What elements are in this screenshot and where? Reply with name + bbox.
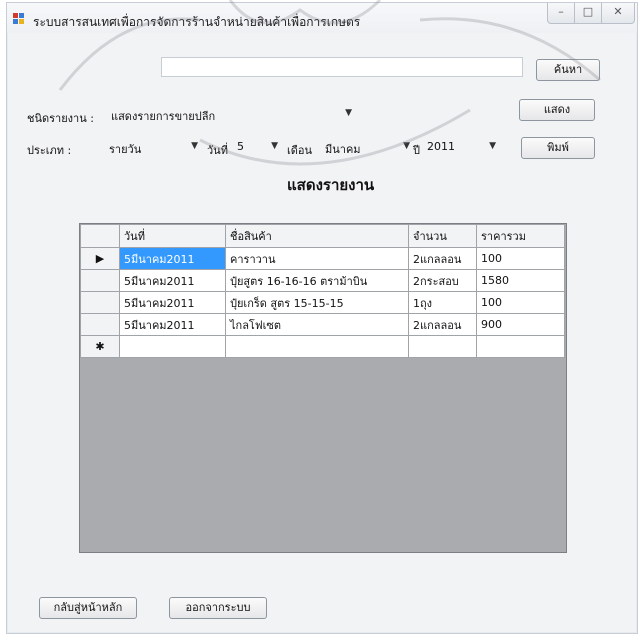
- day-select[interactable]: 5 ▼: [233, 137, 281, 157]
- table-cell[interactable]: ปุ๋ยสูตร 16-16-16 ตราม้าบิน: [225, 269, 409, 292]
- year-value: 2011: [427, 140, 455, 153]
- current-row-indicator-icon: ▶: [80, 247, 120, 270]
- table-row[interactable]: 5มีนาคม2011 ไกลโฟเซต 2แกลลอน 900: [80, 313, 565, 336]
- report-grid[interactable]: วันที่ ชื่อสินค้า จำนวน ราคารวม ▶ 5มีนาค…: [79, 223, 567, 553]
- table-cell[interactable]: คาราวาน: [225, 247, 409, 270]
- chevron-down-icon: ▼: [345, 108, 352, 118]
- year-label: ปี: [413, 144, 420, 157]
- table-cell[interactable]: 5มีนาคม2011: [119, 313, 226, 336]
- maximize-button[interactable]: □: [574, 3, 602, 24]
- table-cell[interactable]: 2กระสอบ: [408, 269, 477, 292]
- month-label: เดือน: [287, 144, 313, 157]
- exit-button[interactable]: ออกจากระบบ: [169, 597, 267, 619]
- show-button[interactable]: แสดง: [519, 99, 595, 121]
- table-row[interactable]: 5มีนาคม2011 ปุ๋ยเกร็ด สูตร 15-15-15 1ถุง…: [80, 291, 565, 314]
- month-value: มีนาคม: [325, 143, 361, 156]
- table-cell[interactable]: 100: [476, 247, 565, 270]
- print-button[interactable]: พิมพ์: [521, 137, 595, 159]
- app-icon: [13, 13, 27, 25]
- minimize-button[interactable]: –: [547, 3, 575, 24]
- chevron-down-icon: ▼: [271, 141, 278, 151]
- table-cell[interactable]: 900: [476, 313, 565, 336]
- table-cell[interactable]: 5มีนาคม2011: [119, 291, 226, 314]
- window-title: ระบบสารสนเทศเพื่อการจัดการร้านจำหน่ายสิน…: [33, 15, 361, 29]
- row-header-corner: [80, 224, 120, 248]
- column-header-product[interactable]: ชื่อสินค้า: [225, 224, 409, 248]
- table-cell[interactable]: ไกลโฟเซต: [225, 313, 409, 336]
- table-cell[interactable]: 5มีนาคม2011: [119, 247, 226, 270]
- report-type-label: ชนิดรายงาน :: [27, 112, 94, 125]
- chevron-down-icon: ▼: [191, 141, 198, 151]
- search-button[interactable]: ค้นหา: [536, 59, 600, 81]
- year-select[interactable]: 2011 ▼: [423, 137, 499, 157]
- table-row[interactable]: ▶ 5มีนาคม2011 คาราวาน 2แกลลอน 100: [80, 247, 565, 270]
- row-header[interactable]: [80, 291, 120, 314]
- search-input[interactable]: [161, 57, 523, 77]
- table-row[interactable]: 5มีนาคม2011 ปุ๋ยสูตร 16-16-16 ตราม้าบิน …: [80, 269, 565, 292]
- column-header-quantity[interactable]: จำนวน: [408, 224, 477, 248]
- new-row[interactable]: ✱: [80, 335, 565, 358]
- report-type-select[interactable]: แสดงรายการขายปลีก ▼: [107, 104, 355, 124]
- report-heading: แสดงรายงาน: [287, 176, 375, 194]
- day-value: 5: [237, 140, 244, 153]
- table-cell[interactable]: [408, 335, 477, 358]
- title-bar: ระบบสารสนเทศเพื่อการจัดการร้านจำหน่ายสิน…: [7, 3, 637, 33]
- column-header-date[interactable]: วันที่: [119, 224, 226, 248]
- table-cell[interactable]: 2แกลลอน: [408, 313, 477, 336]
- table-cell[interactable]: [119, 335, 226, 358]
- type-value: รายวัน: [109, 143, 142, 156]
- grid-header-row: วันที่ ชื่อสินค้า จำนวน ราคารวม: [80, 224, 565, 248]
- table-cell[interactable]: 1ถุง: [408, 291, 477, 314]
- main-window: ระบบสารสนเทศเพื่อการจัดการร้านจำหน่ายสิน…: [6, 2, 638, 634]
- type-label: ประเภท :: [27, 144, 72, 157]
- report-type-value: แสดงรายการขายปลีก: [111, 110, 216, 123]
- table-cell[interactable]: ปุ๋ยเกร็ด สูตร 15-15-15: [225, 291, 409, 314]
- close-button[interactable]: ✕: [601, 3, 635, 24]
- table-cell[interactable]: 2แกลลอน: [408, 247, 477, 270]
- month-select[interactable]: มีนาคม ▼: [321, 137, 413, 157]
- table-cell[interactable]: 100: [476, 291, 565, 314]
- chevron-down-icon: ▼: [403, 141, 410, 151]
- table-cell[interactable]: [225, 335, 409, 358]
- row-header[interactable]: [80, 313, 120, 336]
- table-cell[interactable]: [476, 335, 565, 358]
- new-row-asterisk-icon: ✱: [80, 335, 120, 358]
- back-to-main-button[interactable]: กลับสู่หน้าหลัก: [39, 597, 137, 619]
- chevron-down-icon: ▼: [489, 141, 496, 151]
- column-header-total-price[interactable]: ราคารวม: [476, 224, 565, 248]
- day-label: วันที่: [207, 144, 228, 157]
- type-select[interactable]: รายวัน ▼: [105, 137, 201, 157]
- row-header[interactable]: [80, 269, 120, 292]
- table-cell[interactable]: 5มีนาคม2011: [119, 269, 226, 292]
- table-cell[interactable]: 1580: [476, 269, 565, 292]
